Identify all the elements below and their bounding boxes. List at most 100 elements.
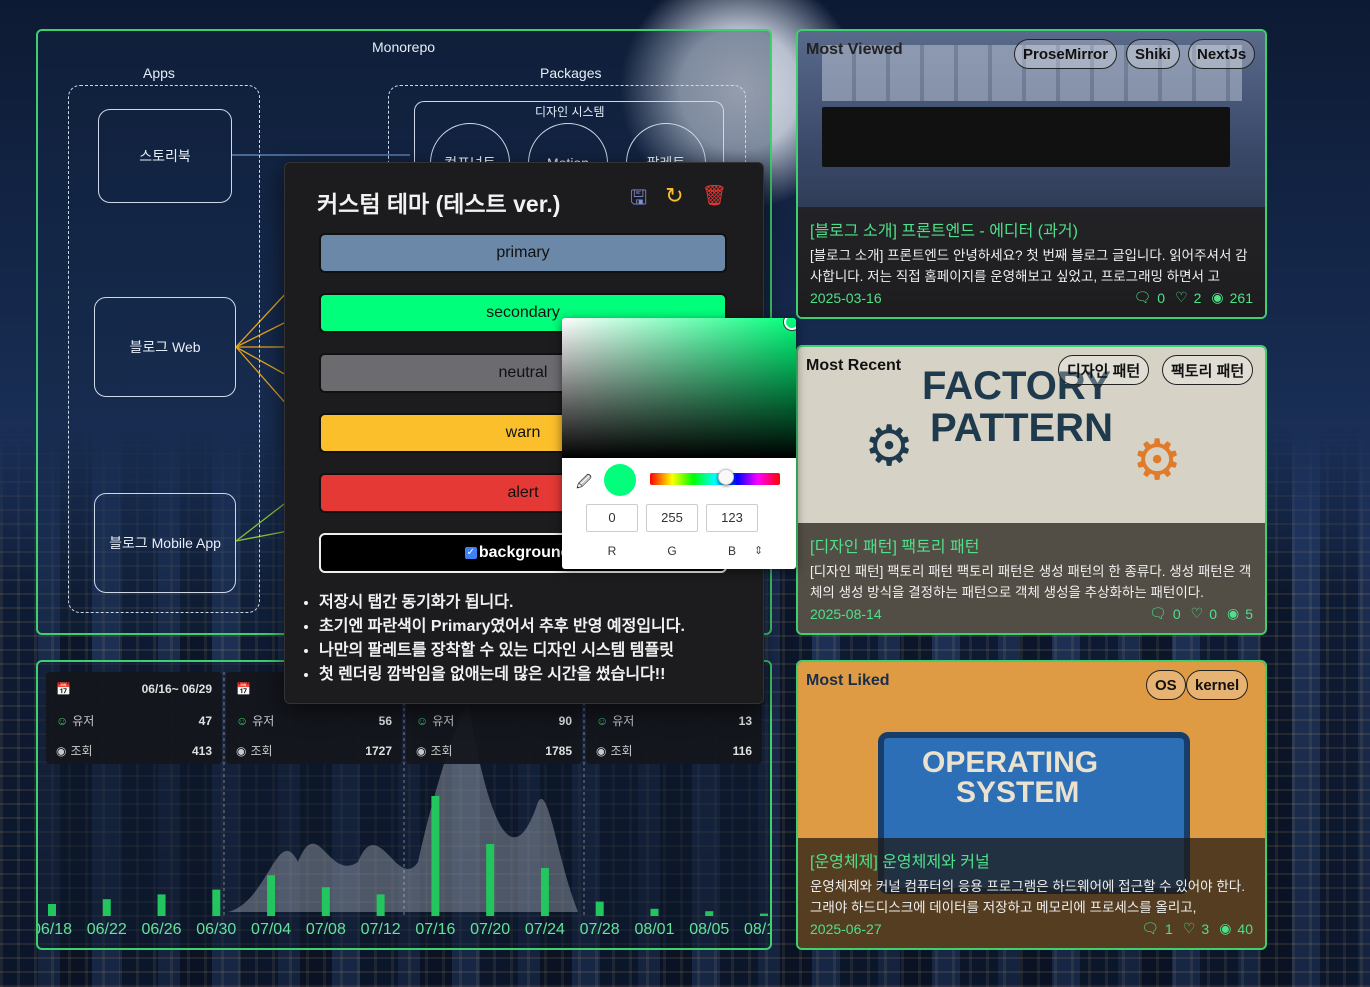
thumb-text-2: PATTERN xyxy=(930,406,1113,450)
blue-input[interactable]: 123 xyxy=(706,504,758,532)
user-icon: ☺ xyxy=(56,713,69,728)
x-tick-label: 07/28 xyxy=(580,921,620,938)
chart-bar xyxy=(102,899,111,916)
heart-icon: ♡ xyxy=(1182,920,1196,936)
thumb-text-1: OPERATING xyxy=(922,746,1099,779)
stats-card-week1[interactable]: 📅 06/16~ 06/29 ☺ 유저 47 ◉ 조회 413 xyxy=(46,672,222,764)
calendar-icon: 📅 xyxy=(56,682,71,696)
chart-bar xyxy=(376,894,385,916)
green-input[interactable]: 255 xyxy=(646,504,698,532)
note-item: 첫 렌더링 깜박임을 없애는데 많은 시간을 썼습니다!! xyxy=(319,663,685,687)
tag-chip[interactable]: OS xyxy=(1146,670,1186,700)
reset-icon[interactable]: ↻ xyxy=(665,183,683,217)
comment-icon: 🗨 xyxy=(1133,289,1152,305)
users-label: 유저 xyxy=(252,714,275,728)
chart-bar xyxy=(267,875,276,916)
views-count: 1727 xyxy=(365,743,392,758)
users-label: 유저 xyxy=(612,714,635,728)
color-picker: 🖉 0 255 123 R G B ⇕ xyxy=(562,318,796,569)
packages-label: Packages xyxy=(540,65,602,81)
red-label: R xyxy=(607,544,617,558)
chart-bar xyxy=(595,901,604,916)
view-count: 5 xyxy=(1245,605,1253,622)
chart-bar xyxy=(760,913,768,916)
chart-bar xyxy=(540,868,549,916)
gear-icon: ⚙ xyxy=(1132,428,1183,491)
trash-icon[interactable]: 🗑 xyxy=(702,183,727,217)
eye-icon: ◉ xyxy=(1226,605,1240,621)
x-tick-label: 07/08 xyxy=(306,921,346,938)
primary-color-button[interactable]: primary xyxy=(319,233,727,273)
diagram-root-label: Monorepo xyxy=(372,39,436,55)
post-info: [블로그 소개] 프론트엔드 - 에디터 (과거) [블로그 소개] 프론트엔드… xyxy=(798,207,1265,317)
x-tick-label: 07/24 xyxy=(525,921,565,938)
post-info: [디자인 패턴] 팩토리 패턴 [디자인 패턴] 팩토리 패턴 팩토리 패턴은 … xyxy=(798,523,1265,633)
chart-bar xyxy=(705,911,714,916)
post-card-most-recent[interactable]: FACTORY PATTERN ⚙ ⚙ Most Recent 디자인 패턴 팩… xyxy=(796,345,1267,635)
chart-bar xyxy=(486,844,495,916)
users-count: 47 xyxy=(198,713,212,728)
post-excerpt: [디자인 패턴] 팩토리 패턴 팩토리 패턴은 생성 패턴의 한 종류다. 생성… xyxy=(810,564,1252,600)
x-tick-label: 07/12 xyxy=(361,921,401,938)
post-card-most-liked[interactable]: OPERATING SYSTEM Most Liked OS kernel [운… xyxy=(796,660,1267,950)
post-date: 2025-06-27 xyxy=(810,920,882,937)
eye-icon: ◉ xyxy=(1219,920,1232,936)
eyedropper-icon[interactable]: 🖉 xyxy=(576,472,592,497)
tag-chip[interactable]: 팩토리 패턴 xyxy=(1162,355,1254,385)
post-title[interactable]: [디자인 패턴] 팩토리 패턴 xyxy=(810,533,1253,557)
hue-slider-knob[interactable] xyxy=(718,469,734,485)
post-excerpt: 운영체제와 커널 컴퓨터의 응용 프로그램은 하드웨어에 접근할 수 있어야 한… xyxy=(810,879,1245,915)
chart-bar xyxy=(212,889,221,916)
saturation-area[interactable] xyxy=(562,318,796,458)
post-card-most-viewed[interactable]: Most Viewed ProseMirror Shiki NextJs [블로… xyxy=(796,29,1267,319)
user-icon: ☺ xyxy=(416,713,429,728)
x-tick-label: 08/01 xyxy=(634,921,674,938)
tag-chip[interactable]: Shiki xyxy=(1126,39,1180,69)
heart-icon: ♡ xyxy=(1190,605,1204,621)
comment-count: 1 xyxy=(1165,920,1173,937)
format-toggle-icon[interactable]: ⇕ xyxy=(754,544,763,557)
x-tick-label: 08/05 xyxy=(689,921,729,938)
x-tick-label: 07/16 xyxy=(415,921,455,938)
views-label: 조회 xyxy=(70,744,93,758)
views-label: 조회 xyxy=(430,744,453,758)
eye-icon: ◉ xyxy=(416,743,427,758)
tag-chip[interactable]: kernel xyxy=(1186,670,1249,700)
view-count: 40 xyxy=(1237,920,1253,937)
eye-icon: ◉ xyxy=(56,743,67,758)
calendar-icon: 📅 xyxy=(236,682,251,696)
note-item: 저장시 탭간 동기화가 됩니다. xyxy=(319,591,685,615)
users-label: 유저 xyxy=(72,714,95,728)
checkbox-icon[interactable]: ✓ xyxy=(464,547,477,559)
saturation-handle[interactable] xyxy=(784,318,796,330)
app-blog-mobile: 블로그 Mobile App xyxy=(94,493,236,593)
save-icon[interactable]: 🖫 xyxy=(630,183,647,217)
users-label: 유저 xyxy=(432,714,455,728)
blue-label: B xyxy=(727,544,736,558)
tag-chip[interactable]: NextJs xyxy=(1188,39,1256,69)
design-system-label: 디자인 시스템 xyxy=(535,105,605,119)
section-label: Most Viewed xyxy=(806,41,903,58)
users-count: 56 xyxy=(378,713,392,728)
green-label: G xyxy=(667,544,677,558)
stats-date-range: 06/16~ 06/29 xyxy=(141,682,212,696)
current-color-swatch xyxy=(604,464,636,496)
tag-chip[interactable]: 디자인 패턴 xyxy=(1058,355,1150,385)
comment-count: 0 xyxy=(1157,289,1166,306)
post-date: 2025-03-16 xyxy=(810,289,882,306)
post-excerpt: [블로그 소개] 프론트엔드 안녕하세요? 첫 번째 블로그 글입니다. 읽어주… xyxy=(810,248,1248,284)
app-blog-web: 블로그 Web xyxy=(94,297,236,397)
tag-chip[interactable]: ProseMirror xyxy=(1014,39,1118,69)
post-title[interactable]: [운영체제] 운영체제와 커널 xyxy=(810,848,1253,872)
x-tick-label: 06/26 xyxy=(142,921,182,938)
chart-bar xyxy=(321,887,330,916)
x-tick-label: 06/30 xyxy=(196,921,236,938)
like-count: 0 xyxy=(1209,605,1217,622)
post-title[interactable]: [블로그 소개] 프론트엔드 - 에디터 (과거) xyxy=(810,217,1253,241)
comment-icon: 🗨 xyxy=(1149,605,1167,621)
section-label: Most Liked xyxy=(806,672,890,689)
hue-slider[interactable] xyxy=(650,473,780,485)
red-input[interactable]: 0 xyxy=(586,504,638,532)
heart-icon: ♡ xyxy=(1175,289,1188,305)
users-count: 13 xyxy=(738,713,752,728)
